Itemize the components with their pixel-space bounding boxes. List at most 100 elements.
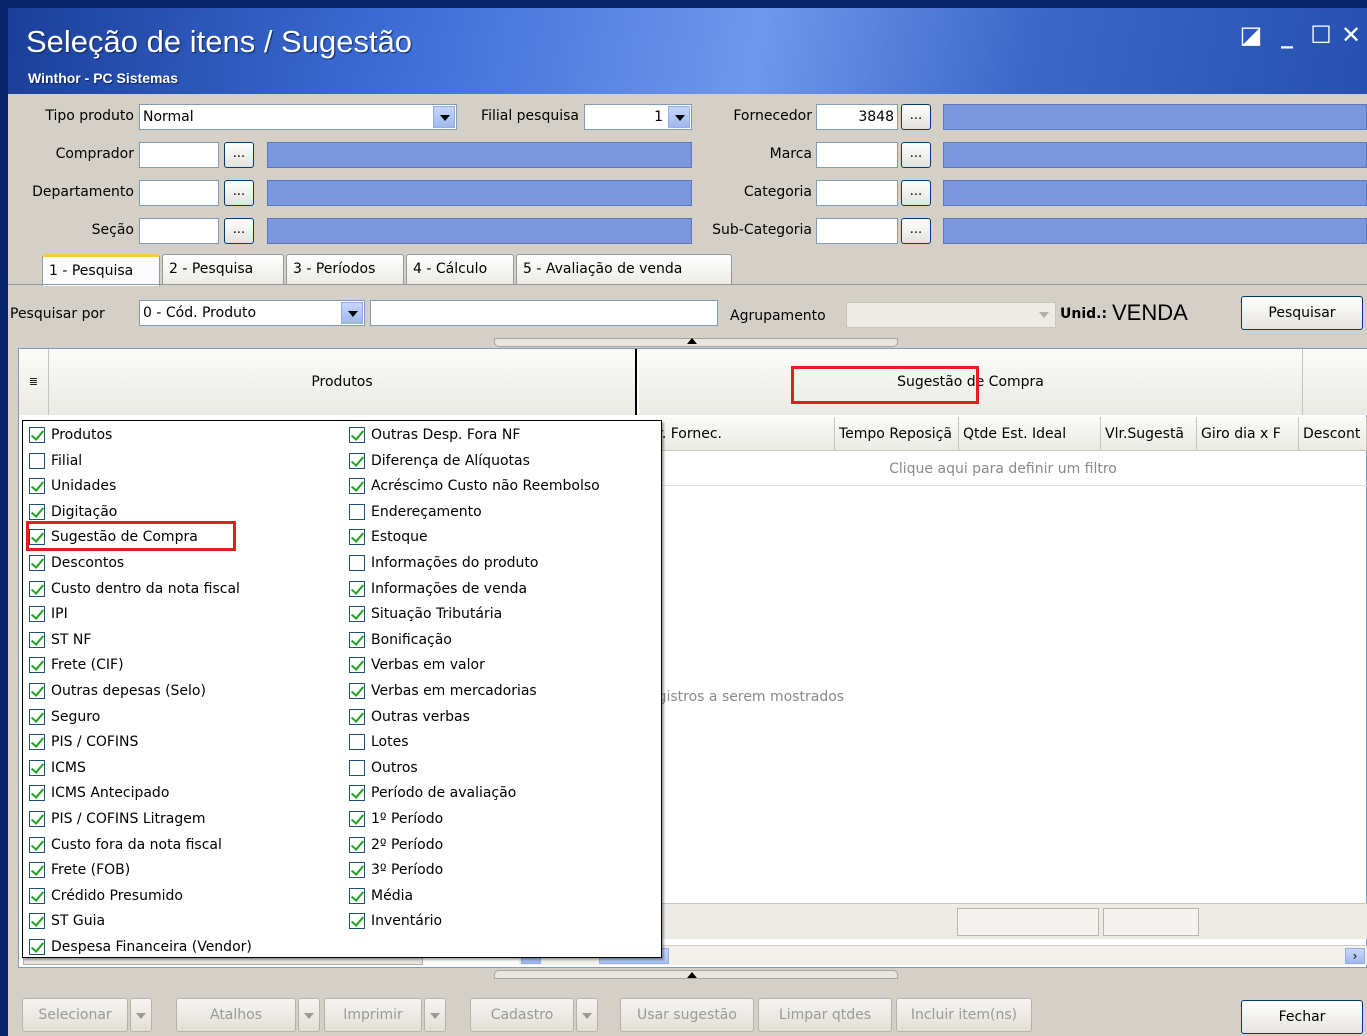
secao-lookup-button[interactable]: ... bbox=[224, 218, 254, 244]
title-bar[interactable]: Seleção de itens / Sugestão Winthor - PC… bbox=[8, 8, 1367, 94]
checkbox-checked-icon[interactable] bbox=[29, 836, 45, 853]
checkbox-checked-icon[interactable] bbox=[29, 683, 45, 699]
selecionar-dropdown[interactable] bbox=[130, 998, 152, 1032]
checkbox-checked-icon[interactable] bbox=[29, 887, 45, 904]
checkbox-checked-icon[interactable] bbox=[349, 529, 365, 546]
restore-icon[interactable]: ◪ bbox=[1236, 20, 1266, 50]
splitter-handle-bottom[interactable] bbox=[494, 970, 898, 979]
band-produtos[interactable]: Produtos bbox=[49, 349, 637, 415]
column-toggle-item[interactable]: Outras Desp. Fora NF bbox=[347, 423, 520, 447]
secao-input[interactable] bbox=[139, 218, 219, 244]
fornecedor-lookup-button[interactable]: ... bbox=[901, 104, 931, 130]
checkbox-checked-icon[interactable] bbox=[29, 734, 45, 751]
column-toggle-item[interactable]: ICMS bbox=[27, 756, 86, 780]
checkbox-checked-icon[interactable] bbox=[29, 811, 45, 827]
checkbox-checked-icon[interactable] bbox=[349, 631, 365, 648]
checkbox-checked-icon[interactable] bbox=[29, 555, 45, 571]
checkbox-checked-icon[interactable] bbox=[349, 683, 365, 699]
chevron-down-icon[interactable] bbox=[433, 106, 455, 128]
filial-select[interactable]: 1 bbox=[584, 104, 692, 130]
tipo-produto-select[interactable]: Normal bbox=[139, 104, 457, 130]
departamento-input[interactable] bbox=[139, 180, 219, 206]
column-toggle-item[interactable]: Estoque bbox=[347, 525, 428, 549]
column-toggle-item[interactable]: ST Guia bbox=[27, 909, 105, 933]
checkbox-checked-icon[interactable] bbox=[29, 708, 45, 725]
categoria-lookup-button[interactable]: ... bbox=[901, 180, 931, 206]
chevron-down-icon[interactable] bbox=[668, 106, 690, 128]
scroll-right-icon[interactable]: › bbox=[1345, 948, 1365, 964]
checkbox-unchecked-icon[interactable] bbox=[29, 452, 45, 469]
column-toggle-item[interactable]: ST NF bbox=[27, 628, 91, 652]
checkbox-checked-icon[interactable] bbox=[29, 939, 45, 955]
maximize-icon[interactable]: ☐ bbox=[1306, 20, 1336, 50]
column-toggle-item[interactable]: 3º Período bbox=[347, 858, 443, 882]
column-toggle-item[interactable]: Outras verbas bbox=[347, 705, 470, 729]
tab-pesquisa-1[interactable]: 1 - Pesquisa bbox=[42, 254, 160, 286]
imprimir-button[interactable]: Imprimir bbox=[324, 998, 422, 1032]
categoria-input[interactable] bbox=[816, 180, 898, 206]
column-toggle-item[interactable]: Diferença de Alíquotas bbox=[347, 449, 530, 473]
column-toggle-item[interactable]: Despesa Financeira (Vendor) bbox=[27, 935, 252, 959]
checkbox-checked-icon[interactable] bbox=[349, 606, 365, 623]
checkbox-checked-icon[interactable] bbox=[349, 478, 365, 495]
atalhos-button[interactable]: Atalhos bbox=[176, 998, 296, 1032]
fornecedor-input[interactable]: 3848 bbox=[816, 104, 898, 130]
checkbox-checked-icon[interactable] bbox=[349, 580, 365, 597]
cadastro-dropdown[interactable] bbox=[576, 998, 598, 1032]
search-input[interactable] bbox=[370, 300, 718, 326]
column-toggle-item[interactable]: Frete (FOB) bbox=[27, 858, 130, 882]
checkbox-checked-icon[interactable] bbox=[349, 836, 365, 853]
checkbox-checked-icon[interactable] bbox=[29, 759, 45, 776]
imprimir-dropdown[interactable] bbox=[424, 998, 446, 1032]
col-giro-dia[interactable]: Giro dia x F bbox=[1197, 417, 1299, 451]
atalhos-dropdown[interactable] bbox=[298, 998, 320, 1032]
column-toggle-item[interactable]: Informações do produto bbox=[347, 551, 538, 575]
checkbox-checked-icon[interactable] bbox=[29, 427, 45, 443]
column-toggle-item[interactable]: Média bbox=[347, 884, 413, 908]
column-toggle-item[interactable]: Descontos bbox=[27, 551, 124, 575]
checkbox-unchecked-icon[interactable] bbox=[349, 734, 365, 751]
col-vlr-sugestao[interactable]: Vlr.Sugestã bbox=[1101, 417, 1197, 451]
checkbox-checked-icon[interactable] bbox=[29, 862, 45, 879]
column-toggle-item[interactable]: ICMS Antecipado bbox=[27, 781, 169, 805]
fechar-button[interactable]: Fechar bbox=[1241, 1000, 1363, 1034]
tab-pesquisa-2[interactable]: 2 - Pesquisa bbox=[162, 254, 284, 284]
tab-calculo[interactable]: 4 - Cálculo bbox=[406, 254, 514, 284]
checkbox-checked-icon[interactable] bbox=[349, 785, 365, 802]
marca-input[interactable] bbox=[816, 142, 898, 168]
col-contr-fornec[interactable]: ntr. Fornec. bbox=[639, 417, 835, 451]
column-toggle-item[interactable]: 1º Período bbox=[347, 807, 443, 831]
checkbox-checked-icon[interactable] bbox=[29, 606, 45, 623]
tab-periodos[interactable]: 3 - Períodos bbox=[286, 254, 404, 284]
departamento-lookup-button[interactable]: ... bbox=[224, 180, 254, 206]
column-toggle-item[interactable]: Outras depesas (Selo) bbox=[27, 679, 206, 703]
checkbox-unchecked-icon[interactable] bbox=[349, 503, 365, 520]
pesquisar-button[interactable]: Pesquisar bbox=[1241, 296, 1363, 330]
checkbox-checked-icon[interactable] bbox=[29, 785, 45, 802]
col-desconto[interactable]: Descont bbox=[1299, 417, 1367, 451]
column-toggle-item[interactable]: Situação Tributária bbox=[347, 602, 502, 626]
comprador-input[interactable] bbox=[139, 142, 219, 168]
comprador-lookup-button[interactable]: ... bbox=[224, 142, 254, 168]
column-toggle-item[interactable]: Verbas em mercadorias bbox=[347, 679, 537, 703]
checkbox-checked-icon[interactable] bbox=[29, 913, 45, 930]
filter-row[interactable]: Clique aqui para definir um filtro bbox=[639, 452, 1367, 486]
column-toggle-item[interactable]: Acréscimo Custo não Reembolso bbox=[347, 474, 600, 498]
column-toggle-item[interactable]: PIS / COFINS bbox=[27, 730, 138, 754]
column-toggle-item[interactable]: Outros bbox=[347, 756, 418, 780]
column-toggle-item[interactable]: Endereçamento bbox=[347, 500, 482, 524]
column-toggle-item[interactable]: Custo fora da nota fiscal bbox=[27, 833, 222, 857]
checkbox-checked-icon[interactable] bbox=[29, 478, 45, 495]
col-tempo-reposicao[interactable]: Tempo Reposiçã bbox=[835, 417, 959, 451]
marca-lookup-button[interactable]: ... bbox=[901, 142, 931, 168]
col-qtde-est-ideal[interactable]: Qtde Est. Ideal bbox=[959, 417, 1101, 451]
checkbox-checked-icon[interactable] bbox=[349, 811, 365, 827]
tab-avaliacao-venda[interactable]: 5 - Avaliação de venda bbox=[516, 254, 732, 284]
checkbox-checked-icon[interactable] bbox=[349, 708, 365, 725]
incluir-itens-button[interactable]: Incluir item(ns) bbox=[896, 998, 1032, 1032]
column-toggle-item[interactable]: Bonificação bbox=[347, 628, 452, 652]
checkbox-checked-icon[interactable] bbox=[349, 657, 365, 674]
column-toggle-item[interactable]: IPI bbox=[27, 602, 68, 626]
checkbox-checked-icon[interactable] bbox=[349, 452, 365, 469]
column-toggle-item[interactable]: 2º Período bbox=[347, 833, 443, 857]
